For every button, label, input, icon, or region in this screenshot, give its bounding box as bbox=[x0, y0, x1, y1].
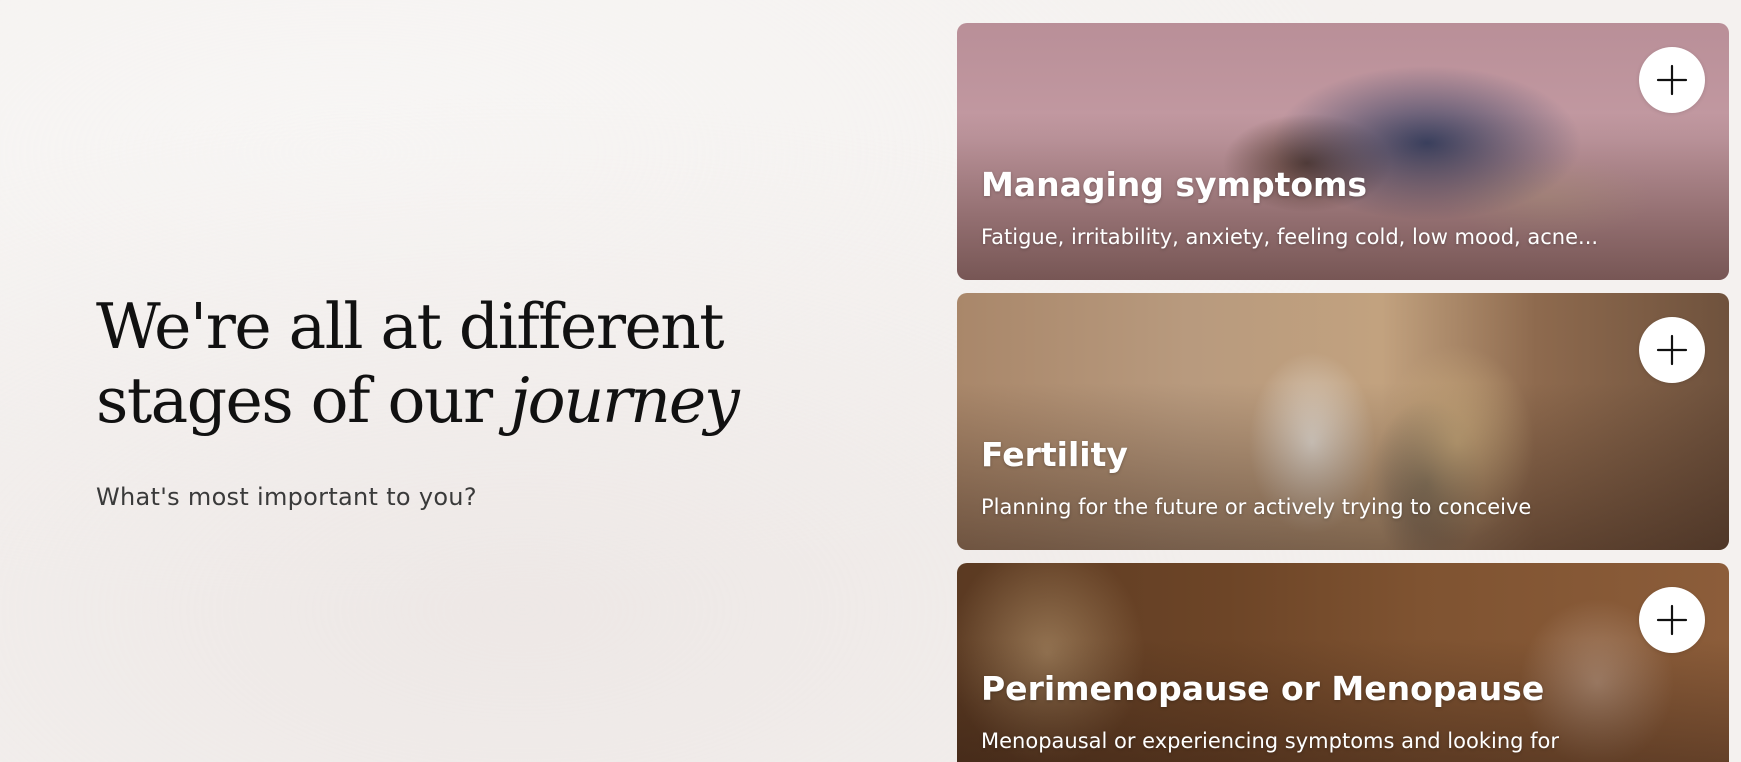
headline-line-2: stages of our bbox=[96, 364, 493, 437]
page-headline: We're all at different stages of our jou… bbox=[96, 290, 856, 438]
plus-icon bbox=[1656, 334, 1688, 366]
expand-button[interactable] bbox=[1639, 317, 1705, 383]
card-fertility[interactable]: Fertility Planning for the future or act… bbox=[957, 293, 1729, 550]
card-managing-symptoms[interactable]: Managing symptoms Fatigue, irritability,… bbox=[957, 23, 1729, 280]
intro-question: What's most important to you? bbox=[96, 483, 477, 511]
card-title: Fertility bbox=[981, 435, 1128, 474]
plus-icon bbox=[1656, 604, 1688, 636]
card-title: Managing symptoms bbox=[981, 165, 1368, 204]
card-perimenopause-menopause[interactable]: Perimenopause or Menopause Menopausal or… bbox=[957, 563, 1729, 762]
headline-line-1: We're all at different bbox=[96, 290, 725, 363]
card-description: Planning for the future or actively tryi… bbox=[981, 495, 1532, 519]
intro-section: We're all at different stages of our jou… bbox=[96, 290, 856, 512]
plus-icon bbox=[1656, 64, 1688, 96]
card-title: Perimenopause or Menopause bbox=[981, 669, 1545, 708]
expand-button[interactable] bbox=[1639, 587, 1705, 653]
card-description: Fatigue, irritability, anxiety, feeling … bbox=[981, 225, 1599, 249]
card-description: Menopausal or experiencing symptoms and … bbox=[981, 729, 1560, 753]
headline-accent-word: journey bbox=[510, 364, 740, 437]
expand-button[interactable] bbox=[1639, 47, 1705, 113]
